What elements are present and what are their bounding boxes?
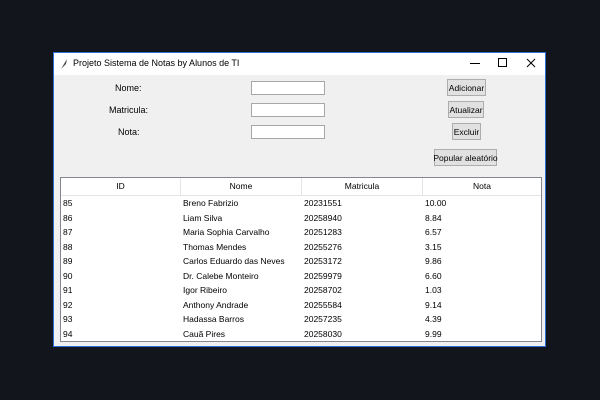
feather-icon — [60, 59, 68, 69]
cell-nota: 6.57 — [425, 227, 442, 237]
cell-nome: Maria Sophia Carvalho — [183, 227, 270, 237]
cell-matricula: 20258940 — [304, 212, 342, 223]
cell-id: 93 — [63, 314, 73, 324]
table-body: 85 Breno Fabrizio 20231551 10.00 86 Liam Sil… — [61, 196, 541, 341]
cell-nome: Cauã Pires — [183, 328, 226, 339]
cell-id: 88 — [63, 241, 73, 252]
cell-nome: Igor Ribeiro — [183, 285, 227, 295]
minimize-button[interactable] — [461, 53, 489, 75]
nome-input[interactable] — [251, 81, 325, 95]
cell-nota: 6.60 — [425, 270, 442, 281]
cell-nome: Liam Silva — [183, 212, 223, 223]
cell-id: 89 — [63, 256, 73, 266]
table-row[interactable]: 91 Igor Ribeiro 20258702 1.03 — [61, 283, 541, 298]
cell-id: 90 — [63, 270, 73, 281]
excluir-button[interactable]: Excluir — [452, 123, 481, 140]
nota-label: Nota: — [118, 127, 140, 137]
table-header: ID Nome Matricula Nota — [61, 178, 541, 196]
app-window: Projeto Sistema de Notas by Alunos de TI… — [53, 52, 546, 347]
cell-nota: 8.84 — [425, 212, 442, 223]
table-row[interactable]: 92 Anthony Andrade 20255584 9.14 — [61, 298, 541, 313]
cell-nome: Thomas Mendes — [183, 241, 247, 252]
cell-nome: Carlos Eduardo das Neves — [183, 256, 285, 266]
minimize-icon — [470, 58, 480, 70]
table-row[interactable]: 85 Breno Fabrizio 20231551 10.00 — [61, 196, 541, 211]
table-row[interactable]: 88 Thomas Mendes 20255276 3.15 — [61, 240, 541, 255]
cell-nota: 9.14 — [425, 299, 442, 310]
cell-matricula: 20258702 — [304, 285, 342, 295]
cell-nota: 10.00 — [425, 198, 447, 208]
column-header-nota[interactable]: Nota — [423, 178, 541, 195]
cell-matricula: 20257235 — [304, 314, 342, 324]
cell-nota: 9.86 — [425, 256, 442, 266]
cell-matricula: 20251283 — [304, 227, 342, 237]
matricula-label: Matricula: — [109, 105, 149, 115]
cell-id: 87 — [63, 227, 73, 237]
cell-id: 91 — [63, 285, 73, 295]
window-title: Projeto Sistema de Notas by Alunos de TI — [73, 58, 240, 68]
column-header-nome[interactable]: Nome — [181, 178, 302, 195]
column-header-matricula[interactable]: Matricula — [302, 178, 423, 195]
nome-label: Nome: — [115, 83, 142, 93]
table-row[interactable]: 90 Dr. Calebe Monteiro 20259979 6.60 — [61, 269, 541, 284]
table-row[interactable]: 94 Cauã Pires 20258030 9.99 — [61, 327, 541, 342]
close-button[interactable] — [517, 53, 545, 75]
atualizar-button[interactable]: Atualizar — [448, 101, 484, 118]
table-row[interactable]: 93 Hadassa Barros 20257235 4.39 — [61, 312, 541, 327]
popular-aleatorio-button[interactable]: Popular aleatório — [433, 149, 498, 166]
cell-nota: 4.39 — [425, 314, 442, 324]
notas-table: ID Nome Matricula Nota 85 Breno Fabrizio 2… — [60, 177, 542, 342]
cell-nome: Anthony Andrade — [183, 299, 249, 310]
cell-nota: 3.15 — [425, 241, 442, 252]
cell-nome: Dr. Calebe Monteiro — [183, 270, 259, 281]
table-row[interactable]: 87 Maria Sophia Carvalho 20251283 6.57 — [61, 225, 541, 240]
cell-matricula: 20259979 — [304, 270, 342, 281]
cell-nome: Hadassa Barros — [183, 314, 244, 324]
cell-id: 94 — [63, 328, 73, 339]
table-row[interactable]: 89 Carlos Eduardo das Neves 20253172 9.86 — [61, 254, 541, 269]
cell-matricula: 20253172 — [304, 256, 342, 266]
cell-matricula: 20258030 — [304, 328, 342, 339]
matricula-input[interactable] — [251, 103, 325, 117]
cell-nome: Breno Fabrizio — [183, 198, 239, 208]
cell-nota: 1.03 — [425, 285, 442, 295]
adicionar-button[interactable]: Adicionar — [447, 79, 486, 96]
maximize-icon — [498, 58, 508, 70]
column-header-id[interactable]: ID — [61, 178, 181, 195]
cell-matricula: 20231551 — [304, 198, 342, 208]
maximize-button[interactable] — [489, 53, 517, 75]
nota-input[interactable] — [251, 125, 325, 139]
cell-matricula: 20255584 — [304, 299, 342, 310]
cell-id: 86 — [63, 212, 73, 223]
cell-nota: 9.99 — [425, 328, 442, 339]
cell-id: 92 — [63, 299, 73, 310]
cell-matricula: 20255276 — [304, 241, 342, 252]
close-icon — [526, 58, 536, 70]
cell-id: 85 — [63, 198, 73, 208]
title-bar[interactable]: Projeto Sistema de Notas by Alunos de TI — [54, 53, 545, 75]
table-row[interactable]: 86 Liam Silva 20258940 8.84 — [61, 211, 541, 226]
